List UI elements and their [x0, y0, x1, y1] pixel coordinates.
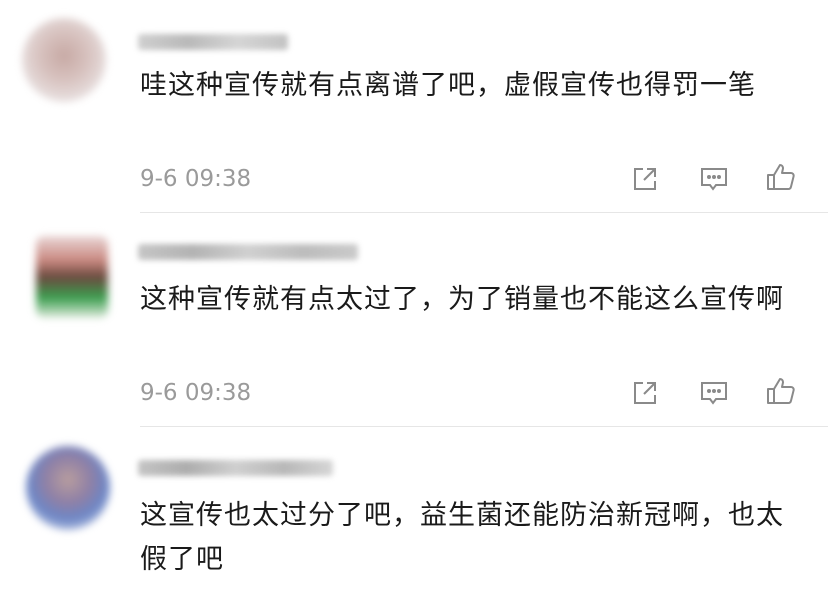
- comment-text: 哇这种宣传就有点离谱了吧，虚假宣传也得罚一笔: [140, 70, 756, 101]
- comment-icon[interactable]: [697, 378, 731, 408]
- username-blurred[interactable]: [138, 460, 333, 476]
- comment-timestamp: 9-6 09:38: [140, 166, 252, 192]
- share-icon[interactable]: [628, 164, 662, 194]
- thumbs-up-icon[interactable]: [764, 162, 798, 192]
- comment-icon[interactable]: [697, 164, 731, 194]
- comment-item-1: 哇这种宣传就有点离谱了吧，虚假宣传也得罚一笔 9-6 09:38: [0, 0, 828, 214]
- avatar[interactable]: [22, 18, 106, 102]
- comment-text: 这种宣传就有点太过了，为了销量也不能这么宣传啊: [140, 284, 784, 315]
- share-icon[interactable]: [628, 378, 662, 408]
- avatar[interactable]: [26, 446, 110, 530]
- comment-item-3: 这宣传也太过分了吧，益生菌还能防治新冠啊，也太假了吧: [0, 428, 828, 594]
- comment-item-2: 这种宣传就有点太过了，为了销量也不能这么宣传啊 9-6 09:38: [0, 214, 828, 428]
- username-blurred[interactable]: [138, 244, 358, 260]
- thumbs-up-icon[interactable]: [764, 376, 798, 406]
- avatar[interactable]: [36, 236, 108, 318]
- divider: [140, 426, 828, 427]
- divider: [140, 212, 828, 213]
- comment-text: 这宣传也太过分了吧，益生菌还能防治新冠啊，也太假了吧: [140, 500, 784, 575]
- username-blurred[interactable]: [138, 34, 288, 50]
- comment-timestamp: 9-6 09:38: [140, 380, 252, 406]
